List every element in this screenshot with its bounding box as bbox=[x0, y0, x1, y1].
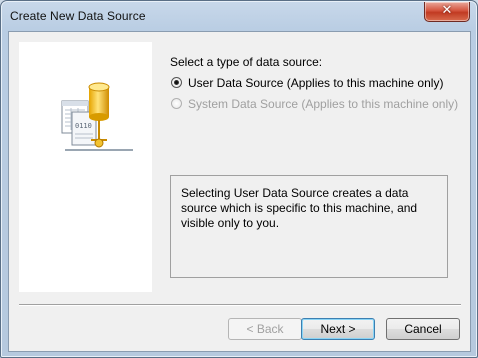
system-data-source-radio bbox=[171, 98, 182, 109]
data-source-type-prompt: Select a type of data source: bbox=[170, 55, 323, 69]
user-data-source-label[interactable]: User Data Source (Applies to this machin… bbox=[188, 76, 443, 90]
system-data-source-label: System Data Source (Applies to this mach… bbox=[188, 97, 459, 111]
user-data-source-radio[interactable] bbox=[171, 77, 182, 88]
cancel-button[interactable]: Cancel bbox=[386, 318, 460, 340]
title-bar[interactable]: Create New Data Source ✕ bbox=[1, 1, 477, 31]
dialog-body: 0110 Select a type of data source: User … bbox=[8, 31, 471, 352]
window-title: Create New Data Source bbox=[10, 9, 146, 23]
data-source-icon: 0110 bbox=[61, 82, 133, 151]
wizard-graphic-panel: 0110 bbox=[19, 42, 152, 292]
close-icon: ✕ bbox=[441, 3, 453, 18]
description-text: Selecting User Data Source creates a dat… bbox=[181, 186, 418, 230]
button-separator bbox=[19, 304, 461, 305]
close-button[interactable]: ✕ bbox=[424, 2, 470, 22]
dialog-window: Create New Data Source ✕ 0110 Select a t… bbox=[0, 0, 478, 358]
next-button[interactable]: Next > bbox=[301, 318, 375, 340]
back-button: < Back bbox=[228, 318, 302, 340]
description-box: Selecting User Data Source creates a dat… bbox=[170, 175, 448, 278]
graphic-binary-text: 0110 bbox=[75, 122, 92, 130]
